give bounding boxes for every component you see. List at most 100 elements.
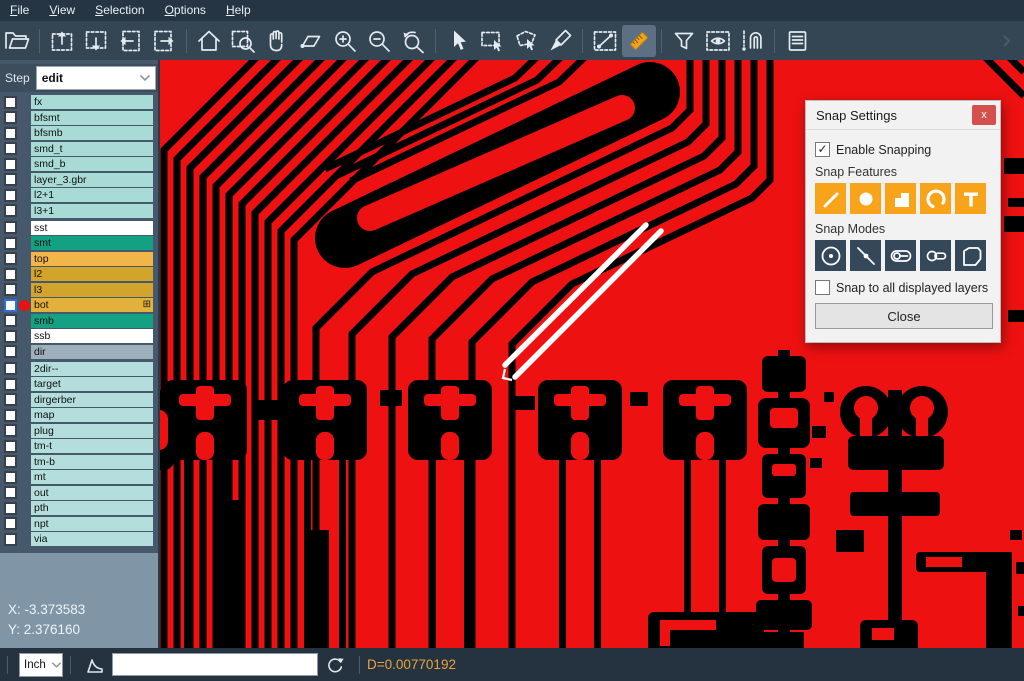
pan-right-icon[interactable] bbox=[147, 25, 181, 57]
command-input[interactable] bbox=[112, 653, 318, 676]
mode-center-icon[interactable] bbox=[815, 240, 846, 271]
dialog-titlebar[interactable]: Snap Settings x bbox=[806, 101, 1000, 130]
pan-up-icon[interactable] bbox=[45, 25, 79, 57]
layer-checkbox[interactable] bbox=[4, 330, 17, 343]
layer-row[interactable]: smt bbox=[0, 236, 158, 250]
measure-line-icon[interactable] bbox=[588, 25, 622, 57]
layer-row[interactable]: top bbox=[0, 252, 158, 266]
layer-checkbox[interactable] bbox=[4, 517, 17, 530]
enable-snapping-checkbox[interactable]: ✓ bbox=[815, 142, 830, 157]
unit-select[interactable]: Inch bbox=[19, 653, 63, 677]
pan-left-icon[interactable] bbox=[113, 25, 147, 57]
layer-checkbox[interactable] bbox=[4, 221, 17, 234]
layer-checkbox[interactable] bbox=[4, 424, 17, 437]
layer-checkbox[interactable] bbox=[4, 440, 17, 453]
layer-checkbox[interactable] bbox=[4, 455, 17, 468]
layer-row[interactable]: target bbox=[0, 377, 158, 391]
filter-icon[interactable] bbox=[667, 25, 701, 57]
zoom-previous-icon[interactable] bbox=[396, 25, 430, 57]
layer-checkbox[interactable] bbox=[4, 111, 17, 124]
layer-checkbox[interactable] bbox=[4, 268, 17, 281]
all-layers-checkbox[interactable] bbox=[815, 280, 830, 295]
layer-row-active[interactable]: bot⊞ bbox=[0, 298, 158, 312]
zoom-in-icon[interactable] bbox=[328, 25, 362, 57]
layer-checkbox[interactable] bbox=[4, 362, 17, 375]
menu-options[interactable]: Options bbox=[155, 0, 216, 21]
mode-line-point-icon[interactable] bbox=[850, 240, 881, 271]
layer-row[interactable]: l3+1 bbox=[0, 204, 158, 218]
home-view-icon[interactable] bbox=[192, 25, 226, 57]
select-poly-icon[interactable] bbox=[509, 25, 543, 57]
layer-row[interactable]: pth bbox=[0, 501, 158, 515]
menu-selection[interactable]: Selection bbox=[85, 0, 154, 21]
close-button[interactable]: Close bbox=[815, 303, 993, 329]
select-rect-icon[interactable] bbox=[475, 25, 509, 57]
snap-arc-icon[interactable] bbox=[920, 183, 951, 214]
snap-text-icon[interactable] bbox=[955, 183, 986, 214]
layer-row[interactable]: ssb bbox=[0, 329, 158, 343]
layer-checkbox[interactable] bbox=[4, 378, 17, 391]
zoom-out-icon[interactable] bbox=[362, 25, 396, 57]
mode-corner-icon[interactable] bbox=[955, 240, 986, 271]
toolbar-overflow-icon[interactable] bbox=[990, 25, 1024, 57]
mode-pad-entry-icon[interactable] bbox=[885, 240, 916, 271]
layer-row[interactable]: fx bbox=[0, 95, 158, 109]
snap-line-icon[interactable] bbox=[815, 183, 846, 214]
layer-row[interactable]: l2 bbox=[0, 267, 158, 281]
close-icon[interactable]: x bbox=[972, 105, 996, 125]
layer-row[interactable]: 2dir-- bbox=[0, 362, 158, 376]
layer-checkbox[interactable] bbox=[4, 252, 17, 265]
layer-checkbox[interactable] bbox=[4, 533, 17, 546]
layer-checkbox[interactable] bbox=[4, 502, 17, 515]
layer-row[interactable]: via bbox=[0, 532, 158, 546]
layer-row[interactable]: out bbox=[0, 486, 158, 500]
layer-checkbox[interactable] bbox=[4, 158, 17, 171]
zoom-object-icon[interactable] bbox=[294, 25, 328, 57]
layers-form-icon[interactable] bbox=[780, 25, 814, 57]
layer-row[interactable]: npt bbox=[0, 517, 158, 531]
layer-checkbox[interactable] bbox=[4, 204, 17, 217]
layer-row[interactable]: bfsmt bbox=[0, 111, 158, 125]
pan-down-icon[interactable] bbox=[79, 25, 113, 57]
snap-surface-icon[interactable] bbox=[885, 183, 916, 214]
layer-checkbox[interactable] bbox=[4, 393, 17, 406]
layer-checkbox[interactable] bbox=[4, 283, 17, 296]
layer-row[interactable]: tm-t bbox=[0, 439, 158, 453]
snap-pad-icon[interactable] bbox=[850, 183, 881, 214]
layer-checkbox[interactable] bbox=[4, 314, 17, 327]
snap-icon[interactable] bbox=[735, 25, 769, 57]
layer-row[interactable]: layer_3.gbr bbox=[0, 173, 158, 187]
layer-checkbox[interactable] bbox=[4, 486, 17, 499]
refresh-icon[interactable] bbox=[318, 649, 352, 681]
all-layers-row[interactable]: Snap to all displayed layers bbox=[815, 280, 991, 295]
menu-help[interactable]: Help bbox=[216, 0, 261, 21]
layer-checkbox[interactable] bbox=[4, 189, 17, 202]
select-cursor-icon[interactable] bbox=[441, 25, 475, 57]
layer-checkbox[interactable] bbox=[4, 127, 17, 140]
pan-hand-icon[interactable] bbox=[260, 25, 294, 57]
layer-checkbox[interactable] bbox=[4, 471, 17, 484]
show-selection-icon[interactable] bbox=[701, 25, 735, 57]
layer-row[interactable]: tm-b bbox=[0, 455, 158, 469]
layer-row[interactable]: smd_b bbox=[0, 157, 158, 171]
layer-row[interactable]: l2+1 bbox=[0, 188, 158, 202]
menu-file[interactable]: File bbox=[0, 0, 39, 21]
layer-row[interactable]: dir bbox=[0, 345, 158, 359]
layer-checkbox[interactable] bbox=[4, 142, 17, 155]
menu-view[interactable]: View bbox=[39, 0, 85, 21]
zoom-area-icon[interactable] bbox=[226, 25, 260, 57]
step-select[interactable]: edit bbox=[36, 66, 156, 90]
layer-row[interactable]: plug bbox=[0, 424, 158, 438]
layer-row[interactable]: smb bbox=[0, 314, 158, 328]
layer-row[interactable]: bfsmb bbox=[0, 126, 158, 140]
layer-checkbox[interactable] bbox=[4, 237, 17, 250]
layer-checkbox[interactable] bbox=[4, 299, 17, 312]
layer-row[interactable]: l3 bbox=[0, 283, 158, 297]
layer-row[interactable]: smd_t bbox=[0, 142, 158, 156]
layer-row[interactable]: dirgerber bbox=[0, 393, 158, 407]
layer-row[interactable]: map bbox=[0, 408, 158, 422]
layer-checkbox[interactable] bbox=[4, 409, 17, 422]
enable-snapping-row[interactable]: ✓ Enable Snapping bbox=[815, 142, 991, 157]
layer-row[interactable]: sst bbox=[0, 221, 158, 235]
open-file-icon[interactable] bbox=[0, 25, 34, 57]
